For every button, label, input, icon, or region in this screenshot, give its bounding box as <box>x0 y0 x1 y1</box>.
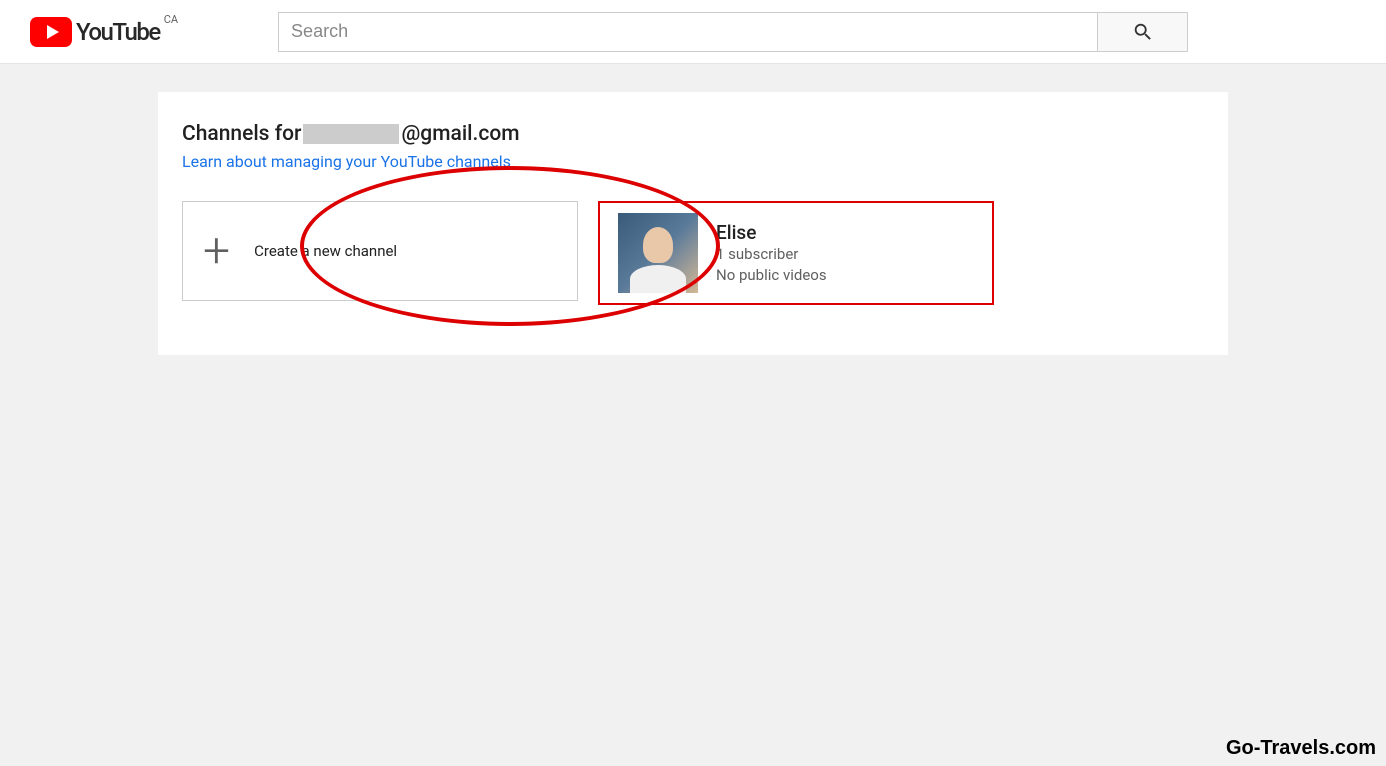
search-container <box>278 12 1188 52</box>
youtube-logo: YouTube <box>30 17 160 47</box>
logo-container[interactable]: YouTube CA <box>30 17 178 47</box>
channels-row: + Create a new channel Elise 1 subscribe… <box>182 201 1204 305</box>
page-title: Channels for @gmail.com <box>182 122 1204 146</box>
search-button[interactable] <box>1098 12 1188 52</box>
title-prefix: Channels for <box>182 122 301 146</box>
channel-videos: No public videos <box>716 265 827 286</box>
channel-info: Elise 1 subscriber No public videos <box>716 221 827 286</box>
search-input[interactable] <box>278 12 1098 52</box>
watermark: Go-Travels.com <box>1226 737 1376 760</box>
redacted-email <box>303 124 399 144</box>
header: YouTube CA <box>0 0 1386 64</box>
youtube-icon <box>30 17 72 47</box>
title-suffix: @gmail.com <box>401 122 519 146</box>
create-channel-label: Create a new channel <box>254 242 397 260</box>
avatar <box>618 213 698 293</box>
youtube-text: YouTube <box>76 18 160 46</box>
learn-link[interactable]: Learn about managing your YouTube channe… <box>182 152 511 171</box>
country-code: CA <box>164 13 178 26</box>
channel-subscribers: 1 subscriber <box>716 244 827 265</box>
main-content: Channels for @gmail.com Learn about mana… <box>158 92 1228 355</box>
create-channel-card[interactable]: + Create a new channel <box>182 201 578 301</box>
search-icon <box>1132 21 1154 43</box>
plus-icon: + <box>203 227 230 275</box>
play-icon <box>47 25 59 39</box>
channel-card[interactable]: Elise 1 subscriber No public videos <box>598 201 994 305</box>
channel-name: Elise <box>716 221 827 244</box>
